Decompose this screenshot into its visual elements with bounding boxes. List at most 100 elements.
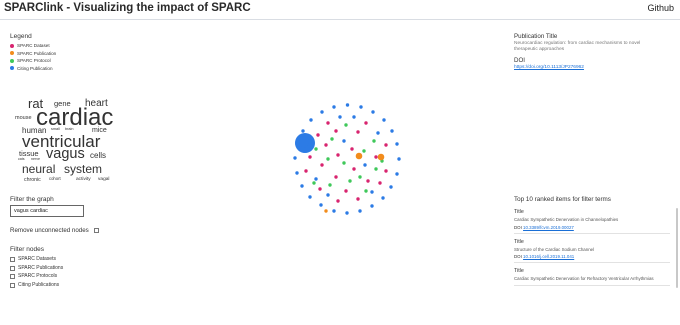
graph-node[interactable]: [374, 167, 378, 171]
graph-node[interactable]: [295, 171, 299, 175]
graph-node[interactable]: [356, 197, 360, 201]
word[interactable]: cohort: [49, 176, 61, 181]
graph-node[interactable]: [352, 167, 356, 171]
filter-citing[interactable]: Citing Publications: [10, 282, 59, 288]
github-link[interactable]: Github: [647, 3, 674, 13]
graph-node[interactable]: [326, 157, 330, 161]
graph-node[interactable]: [334, 175, 338, 179]
word[interactable]: system: [64, 163, 102, 175]
filter-protocols[interactable]: SPARC Protocols: [10, 273, 57, 279]
checkbox[interactable]: [10, 282, 15, 288]
checkbox[interactable]: [10, 265, 15, 271]
graph-node[interactable]: [319, 203, 323, 207]
graph-node-publication[interactable]: [355, 152, 363, 160]
graph-node[interactable]: [395, 172, 399, 176]
top-items-panel[interactable]: Top 10 ranked items for filter terms Tit…: [514, 196, 678, 325]
graph-node[interactable]: [342, 139, 346, 143]
graph-node[interactable]: [371, 110, 375, 114]
result-doi-label: DOI: [514, 254, 522, 259]
doi-link[interactable]: https://doi.org/10.1113/JP276962: [514, 65, 674, 70]
graph-node[interactable]: [338, 115, 342, 119]
graph-node[interactable]: [350, 147, 354, 151]
graph-node[interactable]: [316, 133, 320, 137]
word[interactable]: vagal: [98, 177, 109, 183]
graph-node[interactable]: [314, 147, 318, 151]
word[interactable]: mouse: [15, 115, 32, 122]
graph-node[interactable]: [358, 175, 362, 179]
graph-node[interactable]: [320, 110, 324, 114]
word[interactable]: cells: [90, 152, 106, 160]
graph-node[interactable]: [345, 103, 350, 107]
graph-node[interactable]: [370, 190, 374, 194]
graph-node-publication[interactable]: [377, 153, 385, 161]
graph-node[interactable]: [364, 121, 368, 125]
graph-node[interactable]: [304, 169, 308, 173]
graph-node[interactable]: [358, 209, 362, 213]
checkbox[interactable]: [10, 273, 15, 279]
graph-node[interactable]: [318, 187, 322, 191]
graph-node[interactable]: [384, 169, 388, 173]
graph-node[interactable]: [390, 129, 394, 133]
graph-node[interactable]: [372, 139, 376, 143]
graph-node[interactable]: [345, 211, 349, 215]
result-title: Cardiac Sympathetic Denervation in Chann…: [514, 217, 619, 222]
graph-node[interactable]: [378, 181, 382, 185]
graph-node[interactable]: [366, 179, 370, 183]
result-doi-link[interactable]: 10.1016/j.cell.2019.11.041: [523, 254, 574, 259]
graph-node[interactable]: [308, 195, 312, 199]
graph-node[interactable]: [352, 115, 356, 119]
graph-node[interactable]: [374, 155, 378, 159]
graph-node[interactable]: [382, 118, 386, 122]
graph-node[interactable]: [384, 143, 388, 147]
graph-node[interactable]: [364, 189, 368, 193]
graph-node[interactable]: [389, 185, 393, 189]
graph-node[interactable]: [362, 149, 366, 153]
graph-node[interactable]: [301, 129, 305, 133]
graph-node[interactable]: [326, 121, 330, 125]
graph-node[interactable]: [342, 161, 346, 165]
result-doi-link[interactable]: 10.3389/fcvm.2019.00027: [523, 225, 574, 230]
graph-node[interactable]: [359, 105, 363, 109]
graph-node[interactable]: [312, 181, 316, 185]
dataset-dot-icon: [10, 43, 14, 48]
graph-node-selected[interactable]: [298, 136, 310, 148]
graph-node[interactable]: [326, 193, 330, 197]
graph-node[interactable]: [328, 183, 332, 187]
graph-node[interactable]: [308, 155, 312, 159]
graph-node[interactable]: [332, 105, 336, 109]
word[interactable]: vagus: [46, 147, 85, 162]
network-graph[interactable]: [280, 95, 415, 225]
graph-node[interactable]: [363, 163, 367, 167]
filter-publications[interactable]: SPARC Publications: [10, 265, 63, 271]
graph-node[interactable]: [395, 142, 399, 146]
graph-node[interactable]: [330, 137, 334, 141]
graph-node[interactable]: [309, 118, 313, 122]
remove-unconnected-checkbox[interactable]: [93, 228, 99, 233]
graph-node[interactable]: [332, 209, 336, 213]
graph-node[interactable]: [320, 163, 324, 167]
graph-node[interactable]: [348, 179, 352, 183]
scrollbar[interactable]: [676, 208, 678, 288]
word[interactable]: neural: [22, 163, 55, 175]
word[interactable]: activity: [76, 177, 91, 183]
word[interactable]: chronic: [24, 177, 41, 183]
graph-node[interactable]: [336, 199, 340, 203]
filter-datasets[interactable]: SPARC Datasets: [10, 256, 56, 262]
graph-node[interactable]: [344, 123, 348, 127]
graph-node[interactable]: [334, 129, 338, 133]
graph-node[interactable]: [324, 143, 328, 147]
filter-input[interactable]: [10, 205, 84, 217]
graph-node[interactable]: [300, 184, 304, 188]
checkbox[interactable]: [10, 256, 15, 262]
graph-node[interactable]: [324, 209, 328, 213]
graph-node[interactable]: [336, 153, 340, 157]
graph-node[interactable]: [370, 204, 374, 208]
graph-node[interactable]: [356, 130, 360, 134]
graph-node[interactable]: [344, 189, 348, 193]
graph-node[interactable]: [397, 157, 401, 161]
graph-node[interactable]: [376, 131, 380, 135]
graph-node[interactable]: [293, 156, 297, 160]
remove-unconnected-toggle[interactable]: Remove unconnected nodes: [10, 227, 99, 234]
graph-node[interactable]: [381, 196, 385, 200]
graph-node[interactable]: [314, 177, 318, 181]
